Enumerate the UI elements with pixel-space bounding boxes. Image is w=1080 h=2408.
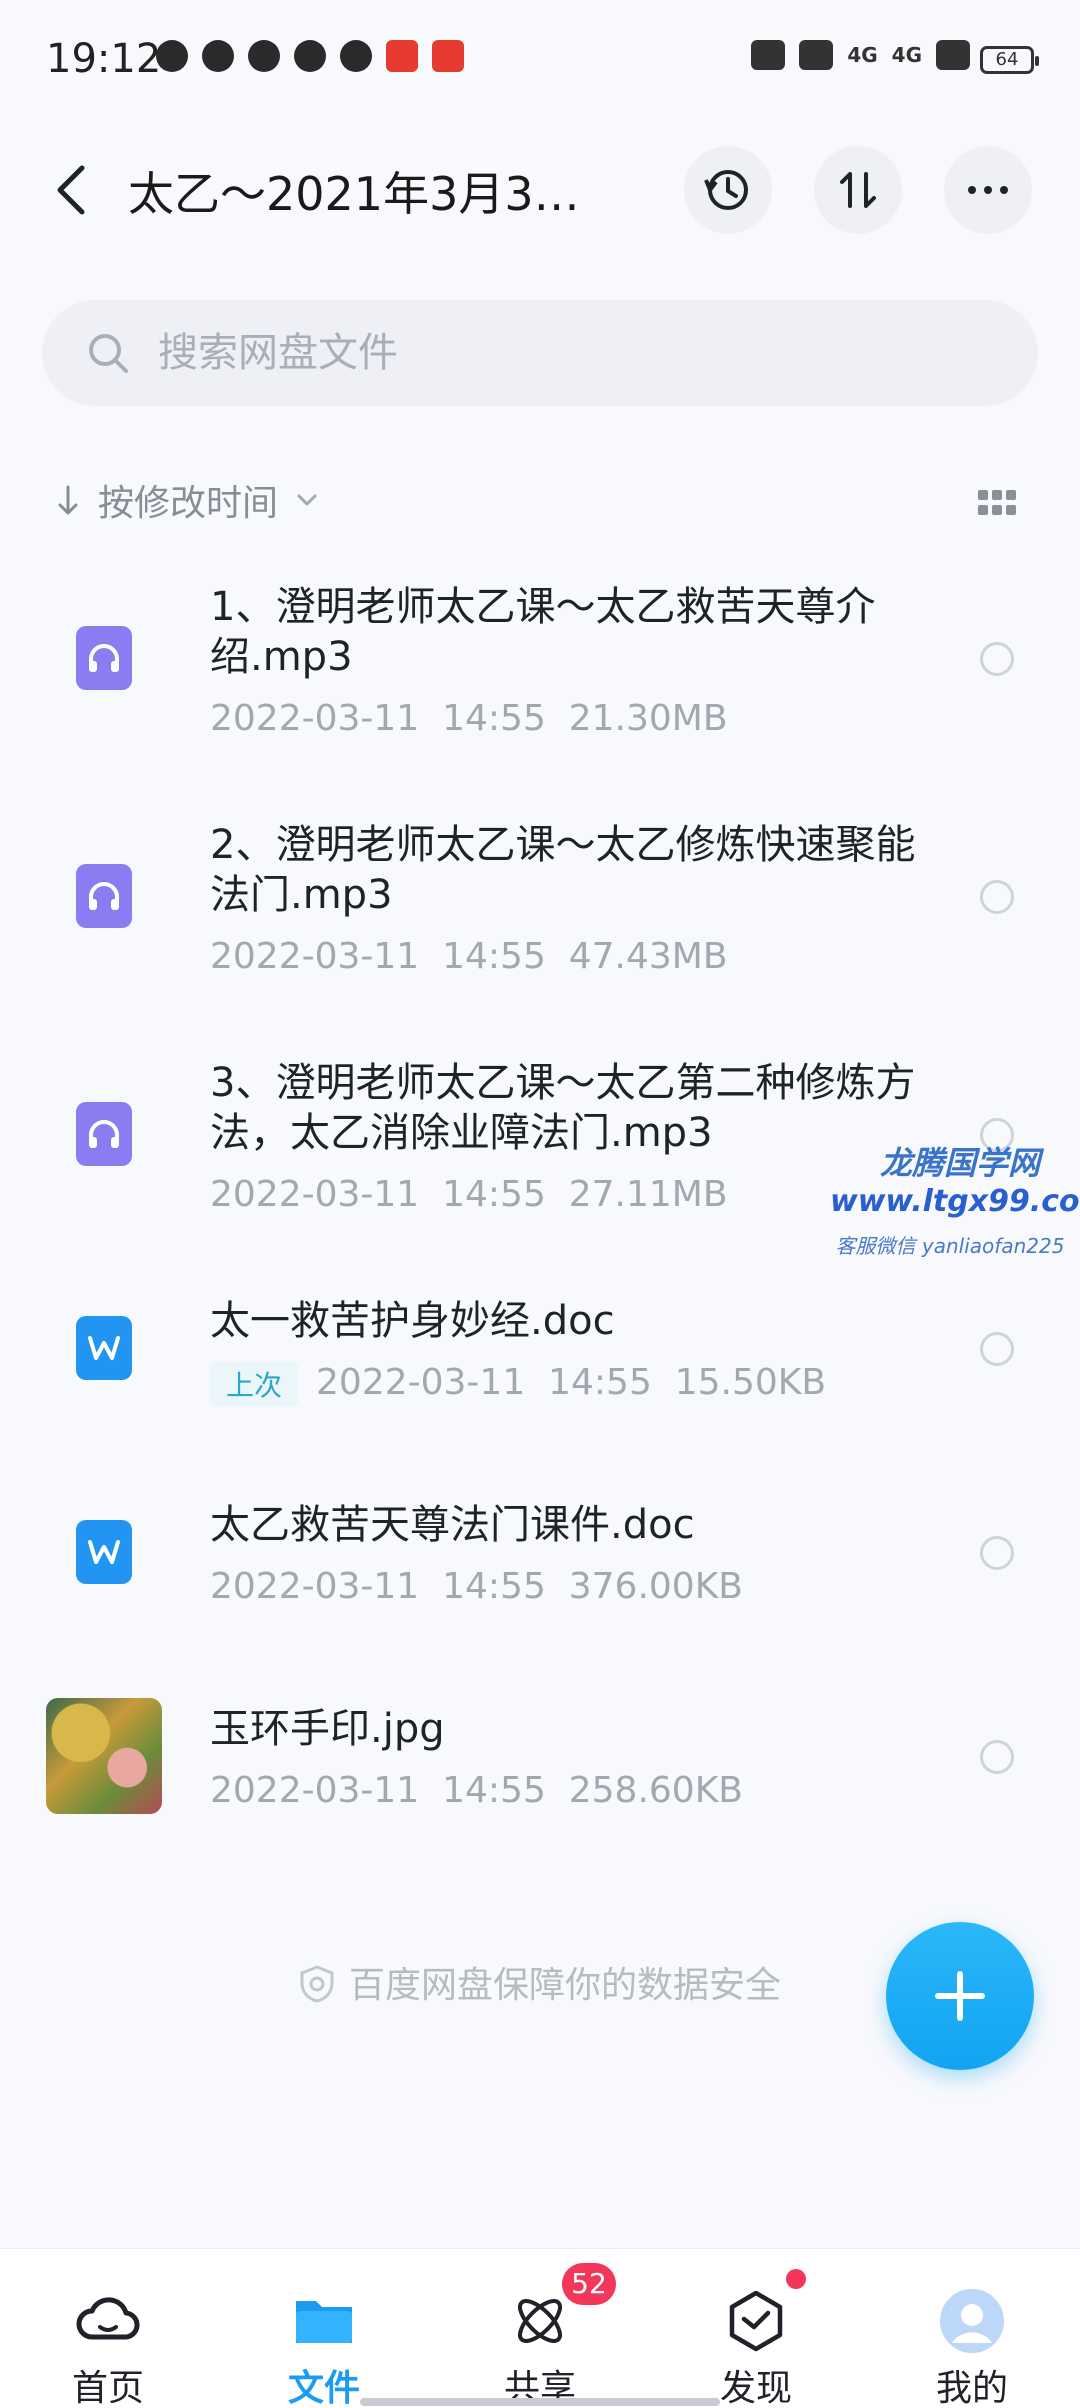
file-meta: 2022-03-11 14:55 258.60KB: [210, 1770, 744, 1811]
hd-icon: [799, 40, 834, 70]
audio-file-icon: [76, 1102, 132, 1166]
select-radio[interactable]: [980, 1536, 1014, 1570]
file-meta: 2022-03-11 14:55 47.43MB: [210, 936, 728, 977]
shield-icon: [300, 1965, 334, 2003]
plus-icon: [935, 1971, 985, 2021]
history-button[interactable]: [684, 146, 772, 234]
file-meta: 2022-03-11 14:55 21.30MB: [210, 698, 728, 739]
watermark-title: 龙腾国学网: [879, 1144, 1040, 1182]
history-icon: [704, 170, 748, 210]
file-name: 3、澄明老师太乙课～太乙第二种修炼方法，太乙消除业障法门.mp3: [210, 1060, 916, 1156]
word-w-icon: [88, 1336, 120, 1360]
battery-icon: 64: [980, 46, 1039, 74]
nav-home[interactable]: 首页: [8, 2249, 208, 2408]
file-name: 太一救苦护身妙经.doc: [210, 1298, 615, 1344]
audio-file-icon: [76, 626, 132, 690]
sort-order-button[interactable]: [814, 146, 902, 234]
watermark-contact: 客服微信 yanliaofan225: [835, 1234, 1065, 1258]
file-meta: 2022-03-11 14:55 376.00KB: [210, 1566, 744, 1607]
folder-icon: [296, 2301, 352, 2343]
speed-icon: [340, 40, 372, 72]
file-name: 玉环手印.jpg: [210, 1706, 445, 1752]
home-indicator: [360, 2398, 720, 2406]
select-radio[interactable]: [980, 880, 1014, 914]
app-notification-icon: [156, 40, 188, 72]
nav-share[interactable]: 52 共享: [440, 2249, 640, 2408]
message-icon: [202, 40, 234, 72]
add-button[interactable]: [886, 1922, 1034, 2070]
search-input[interactable]: [158, 324, 858, 382]
chevron-left-icon: [57, 165, 85, 215]
last-opened-tag: 上次: [210, 1362, 299, 1406]
sort-label: 按修改时间: [98, 483, 279, 524]
select-radio[interactable]: [980, 642, 1014, 676]
search-icon: [89, 334, 128, 373]
headphones-icon: [89, 644, 119, 672]
nav-profile[interactable]: 我的: [872, 2249, 1072, 2408]
notification-icons: [156, 40, 464, 72]
grid-icon: [978, 490, 1016, 515]
more-icon: [968, 186, 1008, 194]
file-name: 1、澄明老师太乙课～太乙救苦天尊介绍.mp3: [210, 584, 876, 680]
arrow-down-icon: [58, 485, 78, 515]
page-title: 太乙～2021年3月3…: [128, 167, 580, 221]
file-name: 2、澄明老师太乙课～太乙修炼快速聚能法门.mp3: [210, 822, 916, 918]
nav-files[interactable]: 文件: [224, 2249, 424, 2408]
sort-arrows-icon: [840, 172, 876, 208]
search-bar[interactable]: [42, 300, 1038, 406]
more-button[interactable]: [944, 146, 1032, 234]
word-file-icon: [76, 1316, 132, 1380]
audio-file-icon: [76, 864, 132, 928]
back-button[interactable]: [50, 160, 94, 220]
headphones-icon: [89, 1120, 119, 1148]
news-app-icon: [386, 40, 418, 72]
word-w-icon: [88, 1540, 120, 1564]
nav-discover[interactable]: 发现: [656, 2249, 856, 2408]
wifi-icon: [936, 40, 970, 70]
avatar-icon: [940, 2289, 1004, 2353]
file-meta: 2022-03-11 14:55 15.50KB: [316, 1362, 827, 1403]
share-count-badge: 52: [562, 2263, 616, 2305]
word-file-icon: [76, 1520, 132, 1584]
box-discover-icon: [729, 2290, 783, 2352]
watermark-url: www.ltgx99.com: [830, 1184, 1080, 1219]
bottom-nav: 首页 文件 52 共享 发现 我的: [0, 2248, 1080, 2408]
headphones-icon: [89, 882, 119, 910]
file-name: 太乙救苦天尊法门课件.doc: [210, 1502, 695, 1548]
browser-icon: [248, 40, 280, 72]
nav-home-label: 首页: [71, 2368, 144, 2408]
home-cloud-icon: [76, 2297, 140, 2340]
select-radio[interactable]: [980, 1740, 1014, 1774]
file-meta-row: 上次 2022-03-11 14:55 15.50KB: [210, 1362, 826, 1406]
network-4g-label: 4G: [847, 43, 878, 67]
image-thumbnail: [46, 1698, 162, 1814]
select-radio[interactable]: [980, 1332, 1014, 1366]
network-4g-label-2: 4G: [891, 43, 922, 67]
security-text: 百度网盘保障你的数据安全: [348, 1965, 781, 2006]
status-time: 19:12: [46, 36, 162, 82]
link-icon: [294, 40, 326, 72]
file-meta: 2022-03-11 14:55 27.11MB: [210, 1174, 728, 1215]
chevron-down-icon: [297, 494, 317, 506]
music-app-icon: [432, 40, 464, 72]
grid-view-toggle[interactable]: [978, 490, 1016, 516]
status-bar: 19:12 4G 4G 64: [0, 0, 1080, 120]
sort-selector[interactable]: 按修改时间: [56, 474, 318, 526]
atom-share-icon: [518, 2299, 562, 2343]
nav-profile-label: 我的: [935, 2368, 1008, 2408]
system-icons: 4G 4G: [751, 40, 970, 70]
discover-dot-badge: [786, 2269, 806, 2289]
alarm-icon: [751, 40, 786, 70]
